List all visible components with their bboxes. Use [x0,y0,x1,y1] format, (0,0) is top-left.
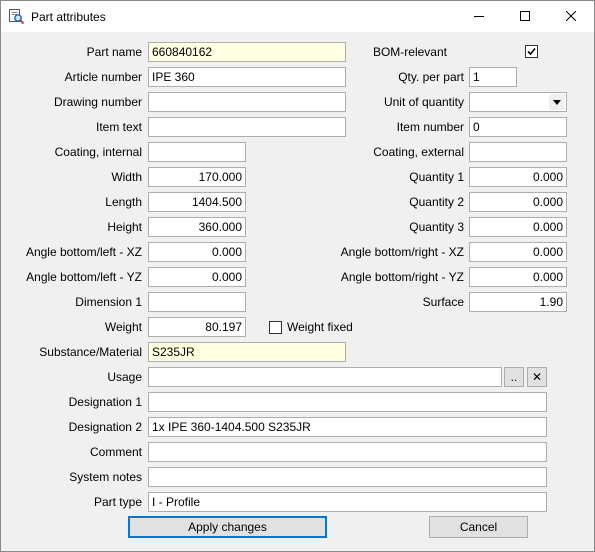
substance-material-input[interactable] [148,342,346,362]
unit-of-quantity-select[interactable] [469,92,567,112]
designation-1-label: Designation 1 [68,395,142,409]
coating-internal-label: Coating, internal [54,145,142,159]
coating-external-label: Coating, external [373,145,464,159]
surface-input[interactable] [469,292,567,312]
weight-fixed-checkbox[interactable] [269,321,282,334]
chevron-down-icon[interactable] [548,94,565,110]
weight-fixed-label: Weight fixed [287,320,353,334]
quantity-3-input[interactable] [469,217,567,237]
substance-material-label: Substance/Material [39,345,142,359]
width-input[interactable] [148,167,246,187]
drawing-number-label: Drawing number [53,95,142,109]
coating-internal-input[interactable] [148,142,246,162]
part-type-input[interactable] [148,492,547,512]
weight-input[interactable] [148,317,246,337]
angle-bottom-left-xz-input[interactable] [148,242,246,262]
length-label: Length [105,195,142,209]
width-label: Width [111,170,142,184]
bom-relevant-checkbox[interactable] [525,45,538,58]
item-number-label: Item number [396,120,464,134]
quantity-3-label: Quantity 3 [409,220,464,234]
maximize-icon [520,10,530,24]
comment-input[interactable] [148,442,547,462]
surface-label: Surface [422,295,464,309]
angle-bottom-left-xz-label: Angle bottom/left - XZ [25,245,142,259]
minimize-icon [474,10,484,24]
window-title: Part attributes [31,10,106,24]
quantity-1-label: Quantity 1 [409,170,464,184]
unit-of-quantity-label: Unit of quantity [383,95,464,109]
x-icon: ✕ [531,370,543,384]
designation-2-label: Designation 2 [68,420,142,434]
part-type-label: Part type [93,495,142,509]
dimension-1-label: Dimension 1 [75,295,142,309]
maximize-button[interactable] [502,1,548,32]
system-notes-label: System notes [69,470,142,484]
item-number-input[interactable] [469,117,567,137]
checkmark-icon [527,47,536,56]
usage-input[interactable] [148,367,502,387]
part-name-label: Part name [86,45,142,59]
comment-label: Comment [89,445,142,459]
angle-bottom-right-yz-input[interactable] [469,267,567,287]
quantity-2-label: Quantity 2 [409,195,464,209]
part-name-input[interactable] [148,42,346,62]
item-text-input[interactable] [148,117,346,137]
system-notes-input[interactable] [148,467,547,487]
apply-changes-button[interactable]: Apply changes [128,516,327,538]
minimize-button[interactable] [456,1,502,32]
close-button[interactable] [548,1,594,32]
weight-label: Weight [104,320,142,334]
coating-external-input[interactable] [469,142,567,162]
qty-per-part-input[interactable] [469,67,517,87]
angle-bottom-left-yz-label: Angle bottom/left - YZ [26,270,142,284]
dimension-1-input[interactable] [148,292,246,312]
bom-relevant-label: BOM-relevant [372,45,447,59]
drawing-number-input[interactable] [148,92,346,112]
height-label: Height [107,220,142,234]
height-input[interactable] [148,217,246,237]
cancel-button[interactable]: Cancel [429,516,528,538]
part-attributes-dialog: Part attributes Part name Article number… [0,0,595,552]
designation-2-input[interactable] [148,417,547,437]
magnifier-document-icon [8,8,25,25]
usage-clear-button[interactable]: ✕ [527,367,547,387]
qty-per-part-label: Qty. per part [398,70,464,84]
item-text-label: Item text [95,120,142,134]
quantity-2-input[interactable] [469,192,567,212]
angle-bottom-right-xz-input[interactable] [469,242,567,262]
angle-bottom-left-yz-input[interactable] [148,267,246,287]
angle-bottom-right-xz-label: Angle bottom/right - XZ [340,245,464,259]
length-input[interactable] [148,192,246,212]
dialog-body: Part name Article number Drawing number … [1,32,594,551]
article-number-label: Article number [64,70,142,84]
title-bar[interactable]: Part attributes [1,1,594,32]
quantity-1-input[interactable] [469,167,567,187]
angle-bottom-right-yz-label: Angle bottom/right - YZ [340,270,464,284]
close-icon [565,10,577,24]
usage-browse-button[interactable]: .. [504,367,524,387]
article-number-input[interactable] [148,67,346,87]
designation-1-input[interactable] [148,392,547,412]
usage-label: Usage [107,370,142,384]
